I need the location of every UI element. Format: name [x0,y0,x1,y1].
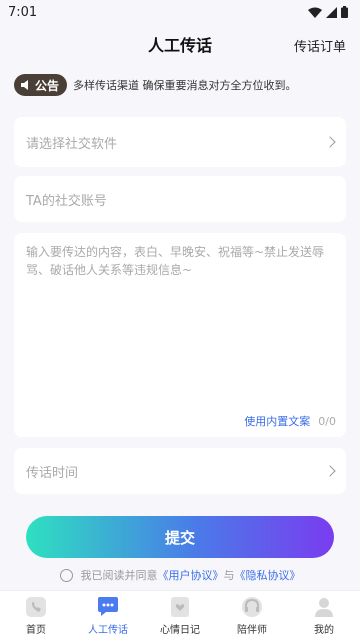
submit-button[interactable]: 提交 [26,516,334,558]
agree-prefix: 我已阅读并同意 [80,569,158,582]
status-time: 7:01 [8,4,38,20]
chevron-right-icon [324,465,336,477]
use-template-link[interactable]: 使用内置文案 [244,413,310,429]
status-bar: 7:01 [0,0,360,24]
tab-diary[interactable]: 心情日记 [144,591,216,640]
char-counter: 0/0 [318,414,336,428]
notice-text: 多样传话渠道 确保重要消息对方全方位收到。 [73,79,297,92]
header: 人工传话 传话订单 [0,26,360,62]
tab-diary-label: 心情日记 [160,624,200,636]
account-placeholder: TA的社交账号 [26,193,107,209]
phone-icon [26,596,46,617]
orders-link[interactable]: 传话订单 [294,36,346,55]
tab-home[interactable]: 首页 [0,591,72,640]
tab-mine[interactable]: 我的 [288,591,360,640]
agreement-row: 我已阅读并同意 《用户协议》 与 《隐私协议》 [0,567,360,583]
notice-badge: 公告 [14,74,68,96]
notice-bar: 公告 多样传话渠道 确保重要消息对方全方位收到。 [14,72,346,98]
tab-relay-label: 人工传话 [88,624,128,636]
privacy-agreement-link[interactable]: 《隐私协议》 [235,567,301,583]
chevron-right-icon [324,136,336,148]
account-field[interactable]: TA的社交账号 [14,176,346,222]
speaker-icon [21,80,28,90]
page-title: 人工传话 [147,36,212,55]
social-app-placeholder: 请选择社交软件 [26,136,118,152]
agree-radio[interactable] [59,568,73,582]
user-icon [315,597,333,617]
content-placeholder: 输入要传达的内容，表白、早晚安、祝福等~禁止发送辱骂、破话他人关系等违规信息~ [26,245,325,277]
tab-companion-label: 陪伴师 [237,624,267,636]
status-icons [308,6,348,18]
agree-and: 与 [223,569,235,582]
user-agreement-link[interactable]: 《用户协议》 [158,567,224,583]
content-footer: 使用内置文案 0/0 [244,413,336,429]
chat-icon [98,596,118,616]
wifi-icon [308,7,322,18]
tab-home-label: 首页 [26,624,46,636]
content-textarea[interactable]: 输入要传达的内容，表白、早晚安、祝福等~禁止发送辱骂、破话他人关系等违规信息~ … [14,233,346,437]
signal-icon [326,6,337,18]
tab-companion[interactable]: 陪伴师 [216,591,288,640]
time-placeholder: 传话时间 [26,465,79,481]
notice-badge-label: 公告 [35,78,60,93]
tab-mine-label: 我的 [314,624,334,636]
heart-diary-icon [171,596,189,617]
tab-relay[interactable]: 人工传话 [72,591,144,640]
tab-bar: 首页 人工传话 心情日记 陪伴师 我的 [0,590,360,640]
time-select[interactable]: 传话时间 [14,448,346,494]
headset-icon [242,596,262,617]
social-app-select[interactable]: 请选择社交软件 [14,117,346,167]
battery-icon [341,6,348,18]
